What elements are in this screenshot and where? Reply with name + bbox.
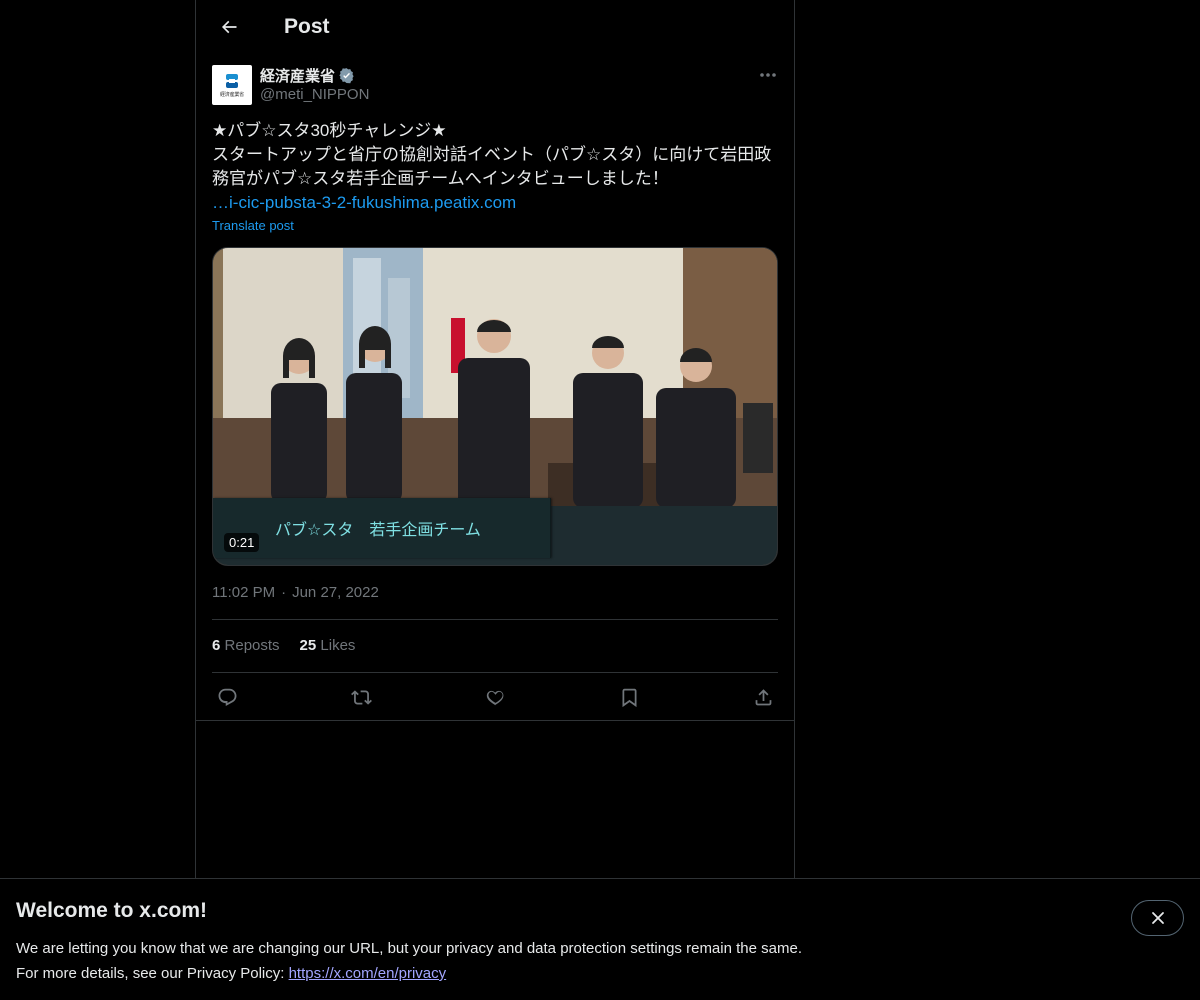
user-handle[interactable]: @meti_NIPPON — [260, 86, 369, 103]
reposts-stat[interactable]: 6 Reposts — [212, 637, 280, 654]
banner-text: We are letting you know that we are chan… — [16, 936, 802, 986]
video-duration: 0:21 — [224, 533, 260, 552]
share-button[interactable] — [748, 682, 778, 712]
banner-line: We are letting you know that we are chan… — [16, 940, 802, 957]
video-player[interactable]: パブ☆スタ 若手企画チーム 0:21 — [212, 247, 778, 566]
banner-line: For more details, see our Privacy Policy… — [16, 961, 802, 986]
bookmark-icon — [622, 688, 636, 707]
meta-separator: · — [281, 584, 287, 601]
share-icon — [755, 688, 771, 705]
repost-button[interactable] — [346, 682, 376, 712]
divider — [196, 720, 794, 721]
post-link[interactable]: …i-cic-pubsta-3-2-fukushima.peatix.com — [212, 193, 516, 212]
post-column: Post 経済産業省 経済産業省 @meti_NIPPON ★パブ☆スタ30秒チ… — [195, 0, 795, 880]
url-change-banner: Welcome to x.com! We are letting you kno… — [0, 878, 1200, 1000]
banner-line-prefix: For more details, see our Privacy Policy… — [16, 965, 289, 982]
likes-label: Likes — [320, 637, 356, 654]
page-title: Post — [284, 15, 330, 38]
reposts-count: 6 — [212, 637, 221, 654]
post-author: 経済産業省 経済産業省 @meti_NIPPON — [212, 64, 780, 106]
post-timestamp[interactable]: 11:02 PM · Jun 27, 2022 — [212, 584, 379, 601]
reply-button[interactable] — [212, 682, 242, 712]
avatar[interactable]: 経済産業省 — [212, 65, 252, 105]
more-options-button[interactable] — [756, 65, 780, 85]
post-text-line: ★パブ☆スタ30秒チャレンジ★ — [212, 121, 447, 140]
divider — [212, 619, 778, 620]
likes-count: 25 — [299, 637, 317, 654]
divider — [212, 672, 778, 673]
close-banner-button[interactable] — [1131, 900, 1184, 936]
display-name[interactable]: 経済産業省 — [260, 65, 355, 86]
video-caption: パブ☆スタ 若手企画チーム — [213, 498, 551, 558]
back-arrow-icon — [221, 20, 237, 34]
avatar-label: 経済産業省 — [219, 91, 244, 98]
verified-badge-icon — [339, 68, 354, 84]
banner-title: Welcome to x.com! — [16, 899, 207, 922]
like-icon — [486, 690, 503, 705]
post-text-body: スタートアップと省庁の協創対話イベント（パブ☆スタ）に向けて岩田政務官がパブ☆ス… — [212, 145, 772, 188]
reposts-label: Reposts — [224, 637, 280, 654]
close-icon — [1151, 912, 1164, 924]
display-name-text: 経済産業省 — [260, 68, 336, 85]
action-bar — [212, 682, 778, 712]
likes-stat[interactable]: 25 Likes — [300, 637, 356, 654]
more-icon — [760, 73, 776, 77]
translate-post-button[interactable]: Translate post — [212, 218, 294, 233]
bookmark-button[interactable] — [614, 682, 644, 712]
repost-icon — [350, 689, 372, 705]
like-button[interactable] — [480, 682, 510, 712]
post-text: ★パブ☆スタ30秒チャレンジ★ スタートアップと省庁の協創対話イベント（パブ☆ス… — [212, 119, 782, 215]
meti-logo-icon — [226, 73, 238, 88]
top-bar: Post — [196, 0, 794, 54]
post-time: 11:02 PM — [212, 584, 276, 601]
privacy-policy-link[interactable]: https://x.com/en/privacy — [289, 965, 447, 982]
post-date: Jun 27, 2022 — [292, 584, 379, 601]
reply-icon — [218, 688, 236, 706]
back-button[interactable] — [212, 10, 246, 44]
post-stats: 6 Reposts 25 Likes — [212, 637, 355, 654]
